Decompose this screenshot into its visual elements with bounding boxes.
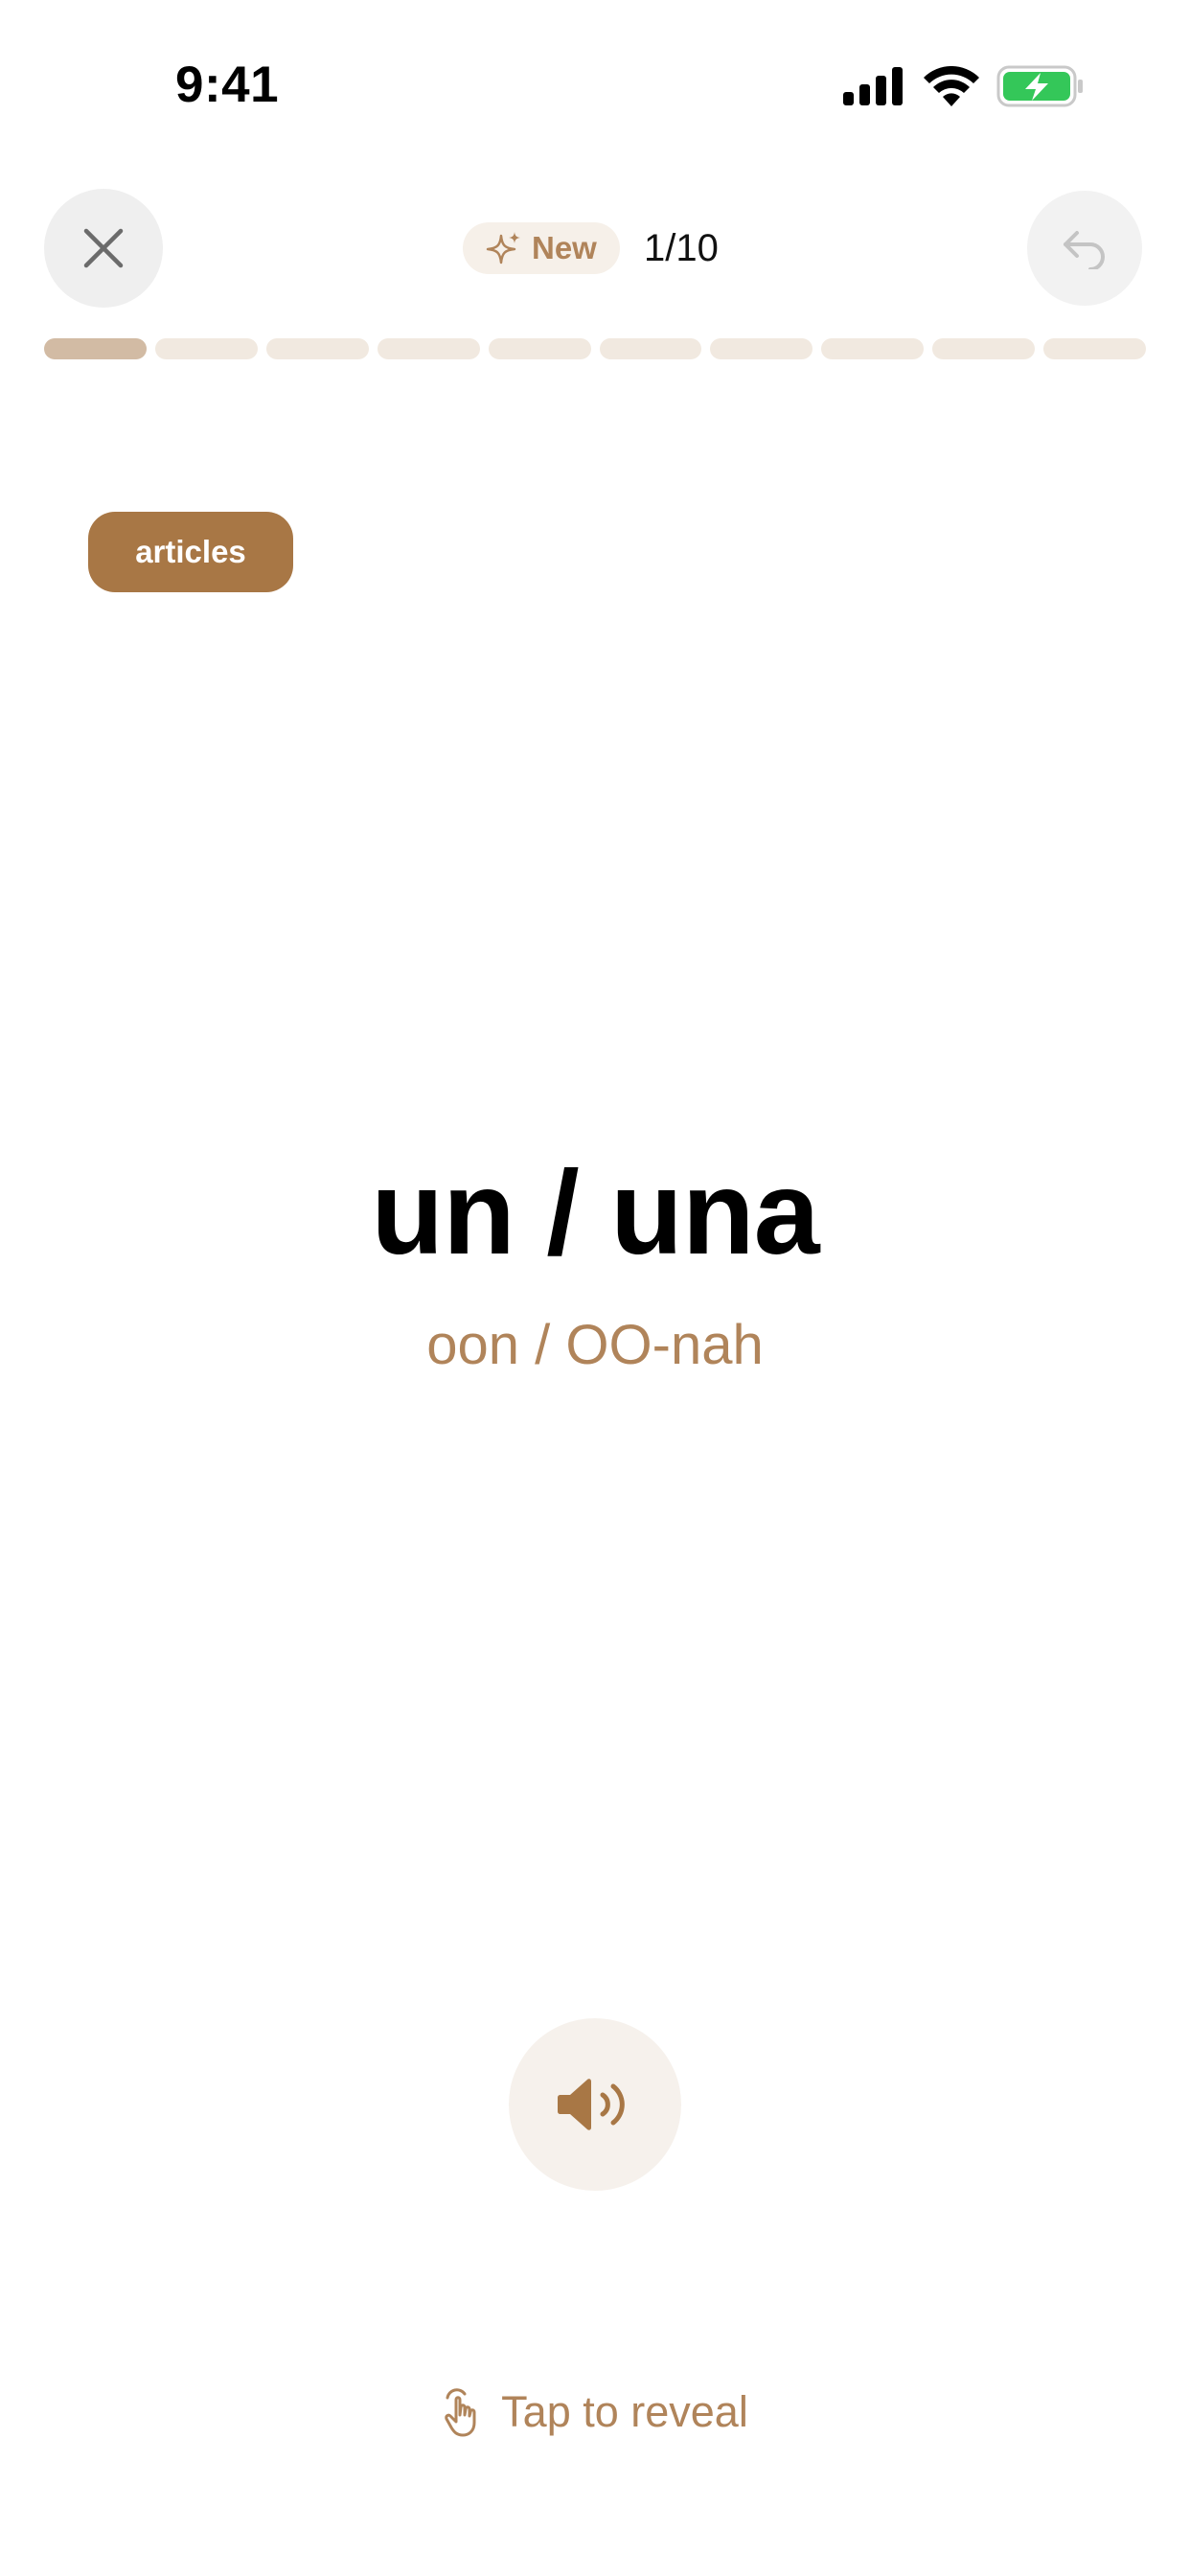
speaker-icon [558,2079,625,2130]
progress-segment [44,338,147,359]
cellular-signal-icon [843,67,903,105]
progress-bar [44,338,1147,361]
undo-icon [1064,231,1105,269]
undo-button[interactable] [1027,191,1142,306]
progress-segment [710,338,813,359]
battery-charging-icon [996,65,1083,107]
progress-segment [488,338,591,359]
progress-segment [599,338,702,359]
tap-to-reveal-hint[interactable]: Tap to reveal [0,2386,1190,2438]
card-counter: 1/10 [644,226,719,269]
sparkle-icon [486,232,520,264]
progress-segment [377,338,480,359]
tap-to-reveal-label: Tap to reveal [501,2387,748,2436]
progress-segment [932,338,1036,359]
new-badge-label: New [532,230,597,265]
flashcard-pronunciation: oon / OO-nah [426,1314,764,1376]
flashcard-screen: 9:41 New 1/10 articles un / una oon / OO… [0,0,1190,2576]
progress-segment [1043,338,1147,359]
close-icon [83,228,124,268]
tap-hand-icon [445,2388,476,2437]
flashcard-word: un / una [371,1147,819,1279]
new-badge: New [463,222,620,274]
close-button[interactable] [44,189,163,308]
progress-segment [154,338,258,359]
category-chip[interactable]: articles [88,512,293,592]
progress-segment [821,338,925,359]
status-time: 9:41 [175,57,280,113]
progress-segment [265,338,369,359]
status-icons [843,65,1085,107]
play-audio-button[interactable] [509,2018,681,2191]
wifi-icon [924,66,979,106]
